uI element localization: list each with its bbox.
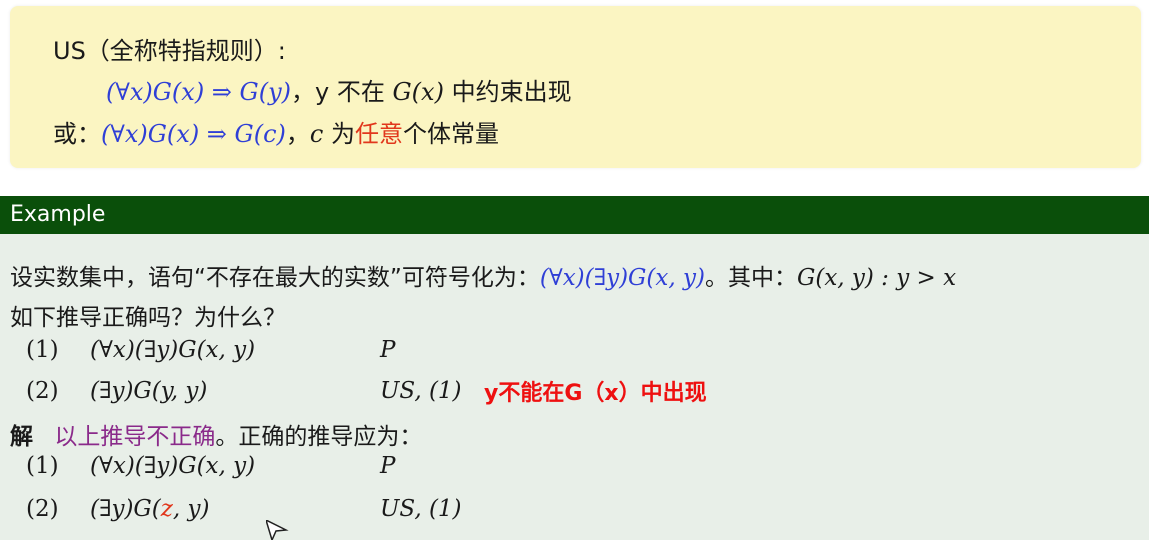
rule-line2: 或：(∀x)G(x) ⇒ G(c)，c 为任意个体常量 [53,114,499,149]
answer-label: 解 [10,424,33,450]
rule-line2-formula: (∀x)G(x) ⇒ G(c) [101,120,286,148]
step2-1-formula: (∀x)(∃y)G(x, y) [90,453,256,479]
answer-line: 解 以上推导不正确。正确的推导应为： [10,417,422,451]
rule-line1-text1: 不在 [336,78,385,106]
rule-line1-sep: ，y [291,78,330,106]
rule-line2-highlight: 任意 [354,120,403,148]
intro-formula: (∀x)(∃y)G(x, y) [539,265,705,291]
step2-2-formula-post: , y) [172,496,210,522]
intro-text: 设实数集中，语句“不存在最大的实数”可符号化为： [10,265,540,291]
rule-line1: (∀x)G(x) ⇒ G(y)，y 不在 G(x) 中约束出现 [106,72,572,107]
rule-line1-formula: (∀x)G(x) ⇒ G(y) [106,78,292,106]
rule-line2-c: c [309,120,324,148]
rule-line2-sep: ， [285,120,310,148]
step2-2-formula-pre: (∃y)G( [90,496,161,522]
example-question: 如下推导正确吗？为什么？ [10,305,286,331]
step2-1-num: (1) [26,453,59,479]
intro-def: G(x, y) : y > x [796,265,957,291]
rule-heading: US（全称特指规则）: [53,37,286,65]
step2-1-reason: P [380,453,396,479]
annotation-note: y不能在G（x）中出现 [484,381,707,406]
mouse-cursor-icon [264,518,290,544]
example-intro: 设实数集中，语句“不存在最大的实数”可符号化为：(∀x)(∃y)G(x, y)。… [10,258,956,292]
step1-1-num: (1) [26,337,59,363]
step2-2-formula: (∃y)G(z, y) [90,496,209,522]
answer-highlight: 以上推导不正确 [54,424,216,450]
answer-rest: 。正确的推导应为： [215,424,423,450]
step1-2-num: (2) [26,378,59,404]
step1-2-formula: (∃y)G(y, y) [90,378,208,404]
step2-2-formula-var: z [160,496,173,522]
step2-2-reason: US, (1) [380,496,462,522]
step2-2-num: (2) [26,496,59,522]
rule-line2-text1: 为 [330,120,355,148]
example-header: Example [0,196,1149,234]
step1-1-formula: (∀x)(∃y)G(x, y) [90,337,256,363]
step1-1-reason: P [380,337,396,363]
step1-2-reason: US, (1) [380,378,462,404]
rule-line2-text2: 个体常量 [402,120,499,148]
rule-line1-gx: G(x) [392,78,444,106]
us-rule-box: US（全称特指规则）: (∀x)G(x) ⇒ G(y)，y 不在 G(x) 中约… [10,6,1141,168]
rule-line1-text2: 中约束出现 [451,78,572,106]
intro-mid: 。其中： [704,265,797,291]
rule-line2-prefix: 或： [53,120,101,148]
